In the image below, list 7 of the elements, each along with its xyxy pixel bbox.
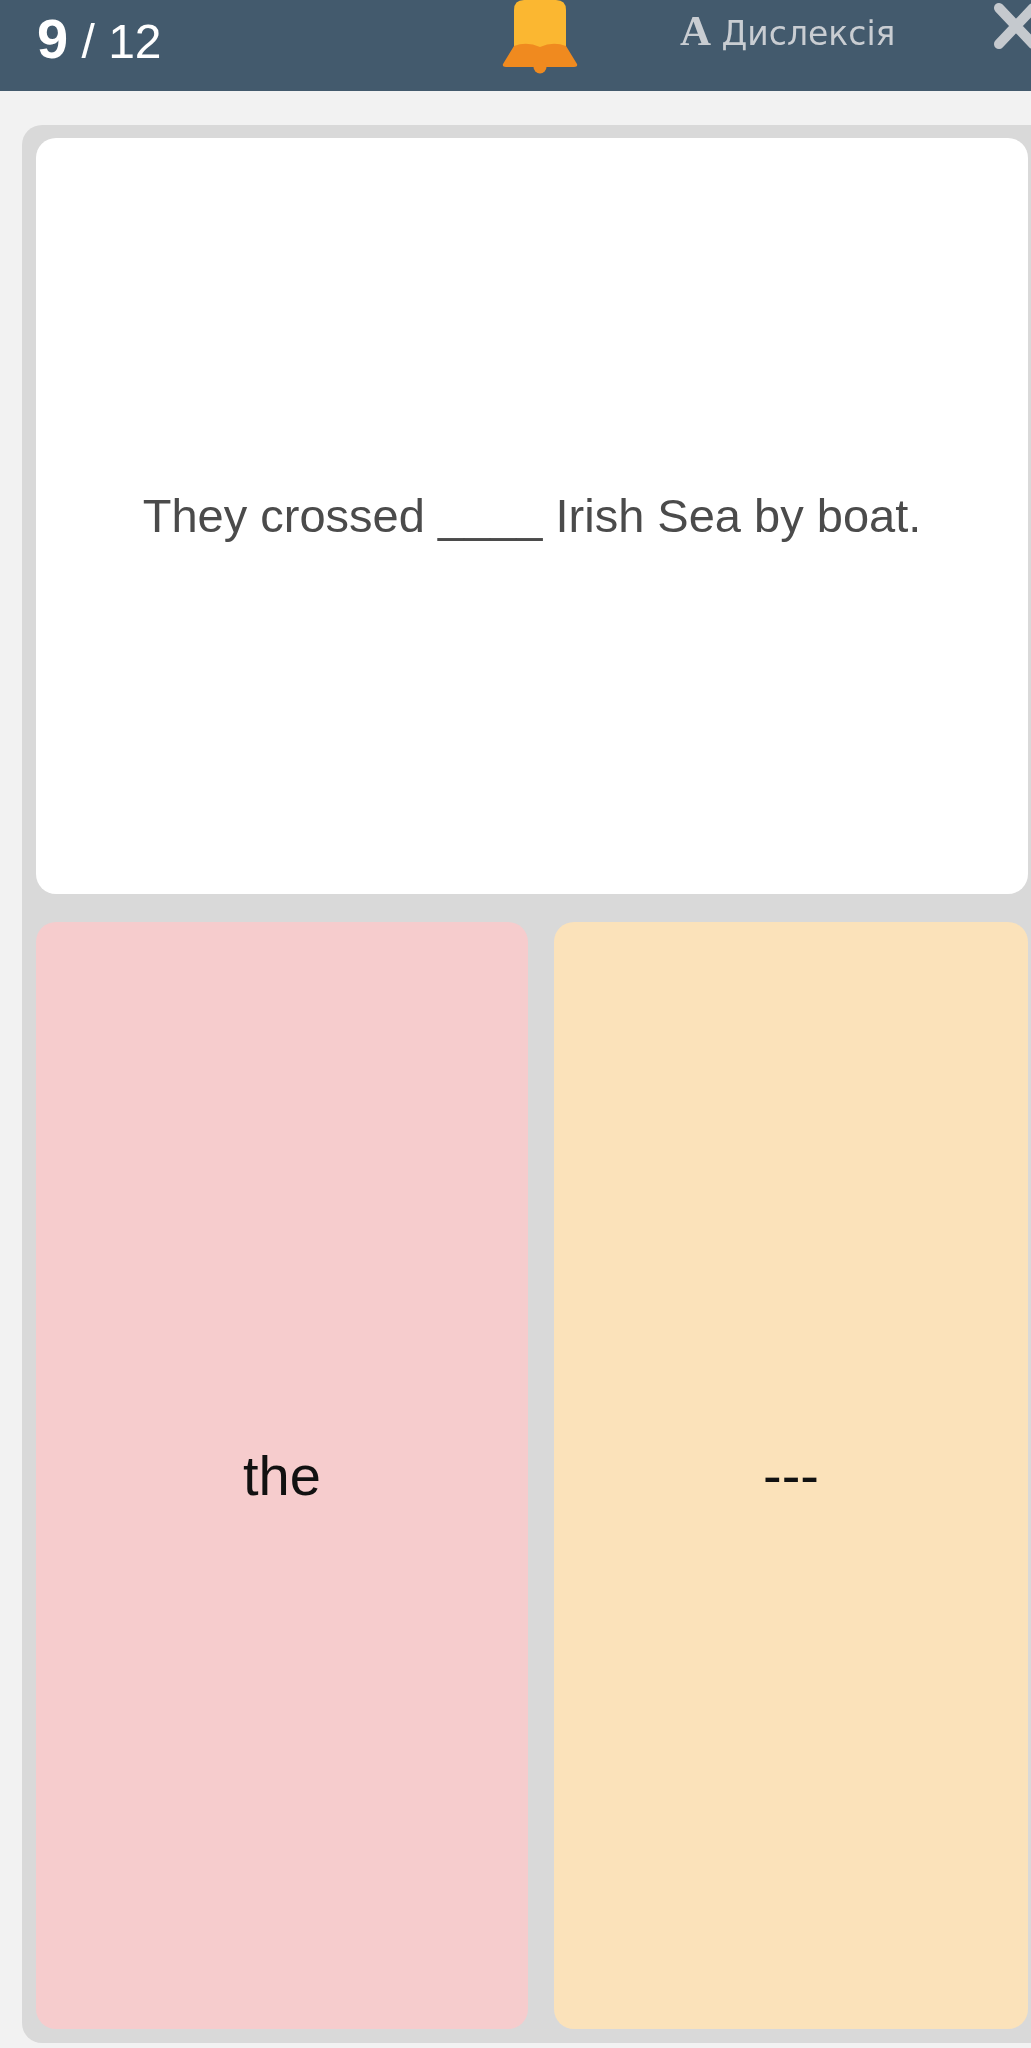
close-icon[interactable] (993, 3, 1031, 49)
dyslexia-toggle[interactable]: A Дислексія (680, 5, 896, 57)
answer-button[interactable]: the (36, 922, 528, 2029)
answer-button[interactable]: --- (554, 922, 1028, 2029)
bell-book-icon (501, 0, 579, 74)
question-counter: 9 / 12 (37, 11, 162, 67)
question-text: They crossed ____ Irish Sea by boat. (142, 487, 922, 544)
